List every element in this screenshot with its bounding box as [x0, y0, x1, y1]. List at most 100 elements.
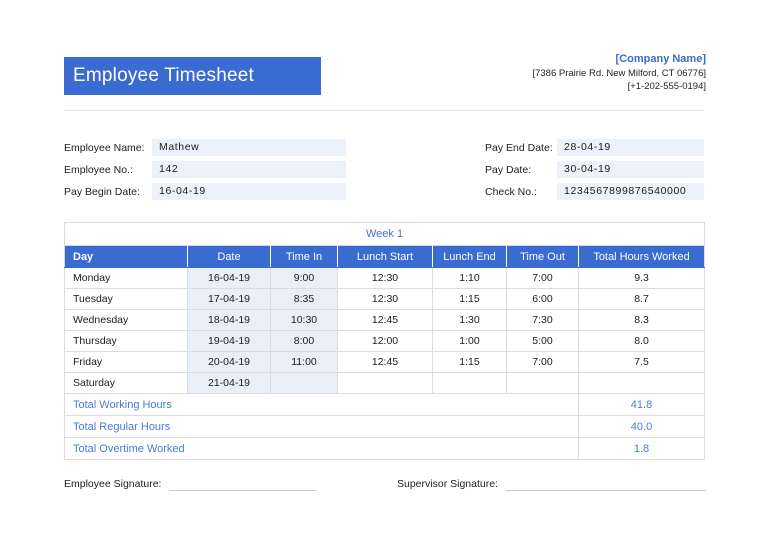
- total-hours-cell: [577, 372, 706, 394]
- pay-end-date-field[interactable]: 28-04-19: [557, 139, 704, 156]
- total-label: Total Regular Hours: [64, 415, 579, 438]
- info-row-pay-begin-date: Pay Begin Date: 16-04-19: [64, 183, 346, 200]
- page-title: Employee Timesheet: [73, 65, 255, 86]
- total-label: Total Working Hours: [64, 393, 579, 416]
- pay-date-field[interactable]: 30-04-19: [557, 161, 704, 178]
- total-overtime-worked-row: Total Overtime Worked 1.8: [64, 437, 706, 460]
- time-out-cell[interactable]: 5:00: [506, 330, 579, 352]
- timesheet-page: Employee Timesheet [Company Name] [7386 …: [0, 0, 768, 544]
- total-label: Total Overtime Worked: [64, 437, 579, 460]
- pay-end-date-label: Pay End Date:: [485, 141, 553, 154]
- date-cell[interactable]: 17-04-19: [187, 288, 271, 310]
- week-title: Week 1: [63, 222, 706, 246]
- time-out-cell[interactable]: 6:00: [506, 288, 579, 310]
- date-cell[interactable]: 20-04-19: [187, 351, 271, 373]
- timesheet-row-monday: Monday 16-04-19 9:00 12:30 1:10 7:00 9.3: [64, 267, 706, 289]
- company-name: [Company Name]: [615, 53, 706, 65]
- supervisor-signature-label: Supervisor Signature:: [397, 478, 498, 490]
- timesheet-row-friday: Friday 20-04-19 11:00 12:45 1:15 7:00 7.…: [64, 351, 706, 373]
- lunch-start-cell[interactable]: 12:30: [337, 288, 433, 310]
- lunch-start-cell[interactable]: 12:45: [337, 351, 433, 373]
- week-title-row: Week 1: [63, 222, 706, 246]
- lunch-start-cell[interactable]: 12:00: [337, 330, 433, 352]
- company-address: [7386 Prairie Rd. New Milford, CT 06776]: [532, 68, 706, 79]
- time-out-cell[interactable]: 7:30: [506, 309, 579, 331]
- time-in-cell[interactable]: 11:00: [270, 351, 338, 373]
- lunch-start-cell[interactable]: 12:45: [337, 309, 433, 331]
- info-row-pay-end-date: Pay End Date: 28-04-19: [485, 139, 704, 156]
- lunch-start-cell[interactable]: [337, 372, 433, 394]
- col-header-day: Day: [64, 245, 188, 268]
- timesheet-row-wednesday: Wednesday 18-04-19 10:30 12:45 1:30 7:30…: [64, 309, 706, 331]
- time-in-cell[interactable]: 10:30: [270, 309, 338, 331]
- employee-signature-block: Employee Signature:: [64, 477, 317, 491]
- total-hours-cell: 7.5: [577, 351, 706, 373]
- column-header-row: Day Date Time In Lunch Start Lunch End T…: [64, 245, 706, 268]
- pay-begin-date-label: Pay Begin Date:: [64, 185, 140, 198]
- day-cell: Wednesday: [64, 309, 188, 331]
- info-row-employee-no: Employee No.: 142: [64, 161, 346, 178]
- time-out-cell[interactable]: [506, 372, 579, 394]
- check-no-label: Check No.:: [485, 185, 537, 198]
- date-cell[interactable]: 19-04-19: [187, 330, 271, 352]
- time-in-cell[interactable]: [270, 372, 338, 394]
- col-header-lunch-end: Lunch End: [432, 245, 507, 268]
- lunch-end-cell[interactable]: 1:30: [432, 309, 507, 331]
- time-in-cell[interactable]: 8:35: [270, 288, 338, 310]
- company-info: [Company Name] [7386 Prairie Rd. New Mil…: [532, 52, 706, 93]
- day-cell: Tuesday: [64, 288, 188, 310]
- lunch-end-cell[interactable]: 1:15: [432, 288, 507, 310]
- info-row-check-no: Check No.: 1234567899876540000: [485, 183, 704, 200]
- date-cell[interactable]: 21-04-19: [187, 372, 271, 394]
- total-hours-cell: 8.7: [577, 288, 706, 310]
- info-row-employee-name: Employee Name: Mathew: [64, 139, 346, 156]
- lunch-end-cell[interactable]: 1:10: [432, 267, 507, 289]
- company-phone: [+1-202-555-0194]: [627, 81, 706, 92]
- total-hours-cell: 8.0: [577, 330, 706, 352]
- col-header-total-hours: Total Hours Worked: [578, 245, 706, 268]
- lunch-end-cell[interactable]: [432, 372, 507, 394]
- date-cell[interactable]: 18-04-19: [187, 309, 271, 331]
- lunch-end-cell[interactable]: 1:15: [432, 351, 507, 373]
- total-regular-hours-row: Total Regular Hours 40.0: [64, 415, 706, 438]
- total-value: 40.0: [577, 415, 706, 438]
- lunch-start-cell[interactable]: 12:30: [337, 267, 433, 289]
- employee-info-left: Employee Name: Mathew Employee No.: 142 …: [64, 139, 346, 205]
- col-header-date: Date: [187, 245, 271, 268]
- time-in-cell[interactable]: 8:00: [270, 330, 338, 352]
- lunch-end-cell[interactable]: 1:00: [432, 330, 507, 352]
- employee-signature-line[interactable]: [169, 478, 317, 491]
- page-title-bar: Employee Timesheet: [64, 57, 321, 95]
- time-in-cell[interactable]: 9:00: [270, 267, 338, 289]
- timesheet-row-thursday: Thursday 19-04-19 8:00 12:00 1:00 5:00 8…: [64, 330, 706, 352]
- timesheet-row-saturday: Saturday 21-04-19: [64, 372, 706, 394]
- time-out-cell[interactable]: 7:00: [506, 267, 579, 289]
- total-value: 41.8: [577, 393, 706, 416]
- pay-begin-date-field[interactable]: 16-04-19: [152, 183, 346, 200]
- employee-no-label: Employee No.:: [64, 163, 133, 176]
- total-working-hours-row: Total Working Hours 41.8: [64, 393, 706, 416]
- day-cell: Monday: [64, 267, 188, 289]
- day-cell: Saturday: [64, 372, 188, 394]
- header-divider: [64, 110, 704, 111]
- timesheet-row-tuesday: Tuesday 17-04-19 8:35 12:30 1:15 6:00 8.…: [64, 288, 706, 310]
- employee-name-field[interactable]: Mathew: [152, 139, 346, 156]
- employee-no-field[interactable]: 142: [152, 161, 346, 178]
- info-row-pay-date: Pay Date: 30-04-19: [485, 161, 704, 178]
- day-cell: Thursday: [64, 330, 188, 352]
- time-out-cell[interactable]: 7:00: [506, 351, 579, 373]
- employee-signature-label: Employee Signature:: [64, 478, 162, 490]
- check-no-field[interactable]: 1234567899876540000: [557, 183, 704, 200]
- timesheet-table: Week 1 Day Date Time In Lunch Start Lunc…: [63, 222, 706, 460]
- col-header-time-out: Time Out: [506, 245, 579, 268]
- total-value: 1.8: [577, 437, 706, 460]
- date-cell[interactable]: 16-04-19: [187, 267, 271, 289]
- total-hours-cell: 8.3: [577, 309, 706, 331]
- col-header-time-in: Time In: [270, 245, 338, 268]
- total-hours-cell: 9.3: [577, 267, 706, 289]
- supervisor-signature-block: Supervisor Signature:: [397, 477, 706, 491]
- employee-name-label: Employee Name:: [64, 141, 145, 154]
- day-cell: Friday: [64, 351, 188, 373]
- col-header-lunch-start: Lunch Start: [337, 245, 433, 268]
- supervisor-signature-line[interactable]: [505, 478, 706, 491]
